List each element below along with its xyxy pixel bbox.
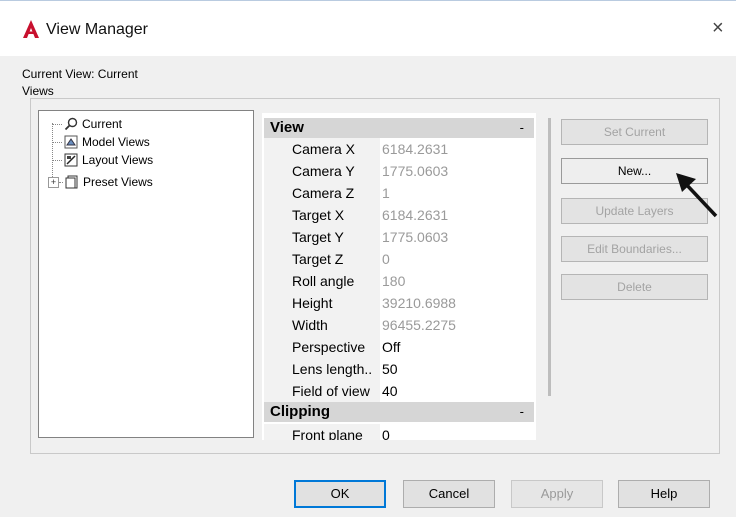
preset-views-icon xyxy=(65,175,78,189)
tree-item-label: Layout Views xyxy=(82,153,154,167)
window-title: View Manager xyxy=(46,21,148,38)
property-label: Camera X xyxy=(264,138,380,160)
property-row-target-y[interactable]: Target Y 1775.0603 xyxy=(264,226,534,248)
apply-button[interactable]: Apply xyxy=(511,480,603,508)
property-row-camera-x[interactable]: Camera X 6184.2631 xyxy=(264,138,534,160)
title-bar: View Manager × xyxy=(0,0,736,56)
delete-button[interactable]: Delete xyxy=(561,274,708,300)
property-value: 1 xyxy=(382,185,390,201)
layout-views-icon xyxy=(64,153,78,167)
current-view-label: Current View: Current xyxy=(22,67,138,81)
tree-item-current[interactable]: Current xyxy=(52,115,122,133)
property-value[interactable]: 50 xyxy=(382,358,398,380)
property-row-perspective[interactable]: Perspective Off xyxy=(264,336,534,358)
tree-item-label: Current xyxy=(82,117,123,131)
property-row-target-x[interactable]: Target X 6184.2631 xyxy=(264,204,534,226)
property-label: Perspective xyxy=(264,336,380,358)
tree-item-layout-views[interactable]: Layout Views xyxy=(52,151,153,169)
property-value: 0 xyxy=(382,251,390,267)
ok-button[interactable]: OK xyxy=(294,480,386,508)
magnifier-icon xyxy=(64,117,78,131)
tree-item-label: Model Views xyxy=(82,135,150,149)
properties-grid[interactable]: View - Camera X 6184.2631 Camera Y 1775.… xyxy=(262,113,536,440)
property-value[interactable]: 0 xyxy=(382,424,390,440)
views-tree[interactable]: Current Model Views Layout Views + Prese… xyxy=(38,110,254,438)
property-row-width[interactable]: Width 96455.2275 xyxy=(264,314,534,336)
close-icon[interactable]: × xyxy=(712,18,724,38)
autocad-logo-icon xyxy=(23,20,39,38)
property-value: 180 xyxy=(382,273,406,289)
property-value: 6184.2631 xyxy=(382,141,449,157)
cancel-button[interactable]: Cancel xyxy=(403,480,495,508)
help-button[interactable]: Help xyxy=(618,480,710,508)
property-label: Lens length.. xyxy=(264,358,380,380)
preset-views-expander[interactable]: + xyxy=(48,177,59,188)
property-label: Camera Y xyxy=(264,160,380,182)
property-value: 1775.0603 xyxy=(382,229,449,245)
property-label: Width xyxy=(264,314,380,336)
property-row-front-plane[interactable]: Front plane 0 xyxy=(264,424,534,440)
property-value[interactable]: Off xyxy=(382,336,400,358)
property-value[interactable]: 40 xyxy=(382,380,398,402)
property-label: Camera Z xyxy=(264,182,380,204)
property-label: Target Z xyxy=(264,248,380,270)
category-view[interactable]: View - xyxy=(264,118,534,138)
views-group-label: Views xyxy=(22,84,54,98)
tree-item-model-views[interactable]: Model Views xyxy=(52,133,150,151)
category-clipping[interactable]: Clipping - xyxy=(264,402,534,422)
property-value: 96455.2275 xyxy=(382,317,456,333)
tree-item-label: Preset Views xyxy=(83,175,153,189)
pointer-arrow-icon xyxy=(676,173,718,218)
property-label: Target X xyxy=(264,204,380,226)
property-label: Target Y xyxy=(264,226,380,248)
property-row-camera-y[interactable]: Camera Y 1775.0603 xyxy=(264,160,534,182)
property-value: 39210.6988 xyxy=(382,295,456,311)
model-views-icon xyxy=(64,135,78,149)
property-row-target-z[interactable]: Target Z 0 xyxy=(264,248,534,270)
collapse-icon[interactable]: - xyxy=(520,402,524,422)
property-row-field-of-view[interactable]: Field of view 40 xyxy=(264,380,534,402)
property-label: Roll angle xyxy=(264,270,380,292)
tree-item-preset-views[interactable]: Preset Views xyxy=(59,173,153,191)
property-row-lens-length[interactable]: Lens length.. 50 xyxy=(264,358,534,380)
properties-scrollbar[interactable] xyxy=(548,118,551,396)
property-row-height[interactable]: Height 39210.6988 xyxy=(264,292,534,314)
property-value: 6184.2631 xyxy=(382,207,449,223)
set-current-button[interactable]: Set Current xyxy=(561,119,708,145)
property-label: Field of view xyxy=(264,380,380,402)
property-label: Height xyxy=(264,292,380,314)
edit-boundaries-button[interactable]: Edit Boundaries... xyxy=(561,236,708,262)
property-label: Front plane xyxy=(264,424,380,440)
property-value: 1775.0603 xyxy=(382,163,449,179)
property-row-camera-z[interactable]: Camera Z 1 xyxy=(264,182,534,204)
property-row-roll-angle[interactable]: Roll angle 180 xyxy=(264,270,534,292)
collapse-icon[interactable]: - xyxy=(520,118,524,138)
